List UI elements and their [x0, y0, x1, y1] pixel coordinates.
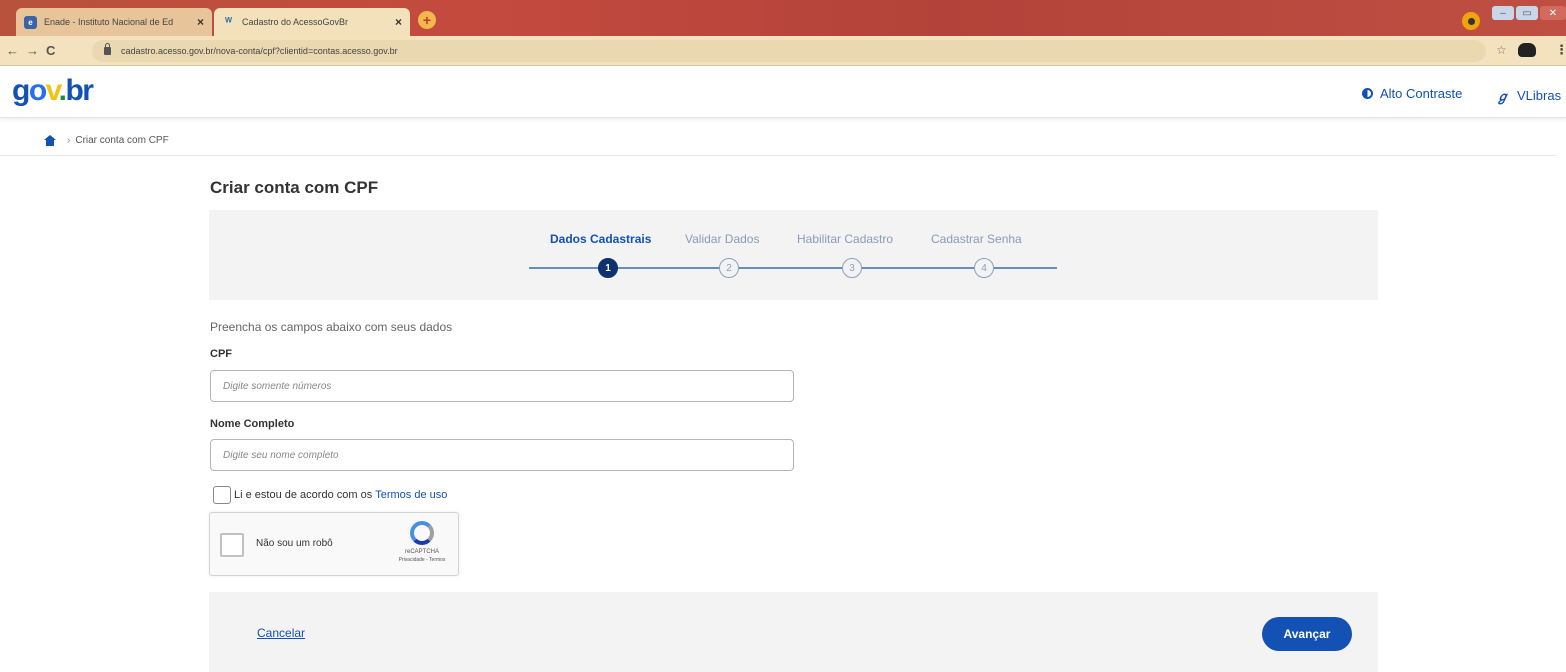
- step-3-indicator: 3: [842, 258, 862, 278]
- bookmark-star-icon[interactable]: ☆: [1496, 43, 1507, 57]
- recaptcha-privacy-terms-links[interactable]: Privacidade - Termos: [386, 557, 458, 563]
- home-icon[interactable]: [44, 135, 56, 146]
- progress-stepper: Dados Cadastrais Validar Dados Habilitar…: [209, 210, 1378, 300]
- browser-address-bar: ← → C cadastro.acesso.gov.br/nova-conta/…: [0, 36, 1566, 66]
- recaptcha-brand: reCAPTCHA: [404, 549, 439, 555]
- vlibras-label: VLibras: [1517, 88, 1562, 103]
- vlibras-hand-icon: ℊ: [1496, 89, 1510, 104]
- step-2-indicator: 2: [719, 258, 739, 278]
- url-input[interactable]: cadastro.acesso.gov.br/nova-conta/cpf?cl…: [92, 40, 1486, 62]
- tab-title: Cadastro do AcessoGovBr: [242, 17, 349, 27]
- step-4-indicator: 4: [974, 258, 994, 278]
- recaptcha-logo: reCAPTCHA Privacidade - Termos: [386, 521, 458, 563]
- terms-checkbox[interactable]: [213, 486, 231, 504]
- contrast-icon: [1362, 88, 1373, 99]
- step-label-habilitar-cadastro: Habilitar Cadastro: [797, 232, 894, 246]
- browser-tab-enade[interactable]: e Enade - Instituto Nacional de Ed ×: [16, 8, 212, 36]
- breadcrumb-current: Criar conta com CPF: [75, 135, 169, 146]
- next-button[interactable]: Avançar: [1262, 617, 1352, 651]
- terms-of-use-link[interactable]: Termos de uso: [375, 489, 447, 501]
- step-label-dados-cadastrais: Dados Cadastrais: [550, 232, 652, 246]
- vlibras-button[interactable]: ℊ VLibras: [1496, 86, 1561, 105]
- back-arrow-icon[interactable]: ←: [6, 43, 19, 58]
- govbr-favicon-icon: ᵂ: [225, 16, 232, 28]
- full-name-label: Nome Completo: [210, 418, 295, 430]
- form-actions-bar: Cancelar Avançar: [209, 592, 1378, 672]
- recaptcha-widget: Não sou um robô reCAPTCHA Privacidade - …: [209, 512, 459, 576]
- step-1-indicator: 1: [598, 258, 618, 278]
- extension-icon[interactable]: [1518, 43, 1536, 57]
- reload-icon[interactable]: C: [46, 43, 55, 58]
- tab-title: Enade - Instituto Nacional de Ed: [44, 17, 174, 27]
- step-label-validar-dados: Validar Dados: [685, 232, 760, 246]
- minimize-window-button[interactable]: –: [1492, 6, 1514, 20]
- inep-favicon-icon: e: [24, 15, 37, 29]
- recaptcha-label: Não sou um robô: [256, 538, 333, 549]
- tab-close-icon[interactable]: ×: [197, 15, 204, 29]
- govbr-logo[interactable]: gov.br: [12, 74, 94, 108]
- form-instructions: Preencha os campos abaixo com seus dados: [210, 320, 453, 334]
- page-title: Criar conta com CPF: [210, 178, 379, 197]
- high-contrast-label: Alto Contraste: [1380, 86, 1463, 101]
- forward-arrow-icon[interactable]: →: [26, 43, 39, 58]
- lock-icon[interactable]: [104, 43, 111, 55]
- url-text: cadastro.acesso.gov.br/nova-conta/cpf?cl…: [121, 46, 398, 56]
- close-window-button[interactable]: ✕: [1540, 6, 1566, 20]
- profile-icon[interactable]: [1462, 12, 1480, 30]
- recaptcha-checkbox[interactable]: [220, 533, 244, 557]
- site-header: gov.br Alto Contraste ℊ VLibras: [0, 66, 1566, 118]
- cpf-input[interactable]: [210, 370, 794, 402]
- breadcrumb-separator: ›: [67, 135, 71, 146]
- maximize-window-button[interactable]: ▭: [1516, 6, 1538, 20]
- new-tab-button[interactable]: +: [418, 11, 436, 29]
- tab-close-icon[interactable]: ×: [395, 15, 402, 29]
- browser-tab-cadastro[interactable]: ᵂ Cadastro do AcessoGovBr ×: [214, 8, 410, 36]
- high-contrast-toggle[interactable]: Alto Contraste: [1362, 86, 1462, 101]
- terms-text: Li e estou de acordo com os: [234, 489, 373, 501]
- step-label-cadastrar-senha: Cadastrar Senha: [931, 232, 1022, 246]
- terms-agreement: Li e estou de acordo com os Termos de us…: [213, 486, 447, 504]
- recaptcha-icon: [410, 521, 434, 545]
- cpf-label: CPF: [210, 348, 232, 360]
- breadcrumb: › Criar conta com CPF: [0, 126, 1556, 156]
- full-name-input[interactable]: [210, 439, 794, 471]
- browser-tab-bar: e Enade - Instituto Nacional de Ed × ᵂ C…: [0, 0, 1566, 36]
- browser-menu-icon[interactable]: ⋮: [1555, 42, 1566, 58]
- cancel-link[interactable]: Cancelar: [257, 626, 305, 640]
